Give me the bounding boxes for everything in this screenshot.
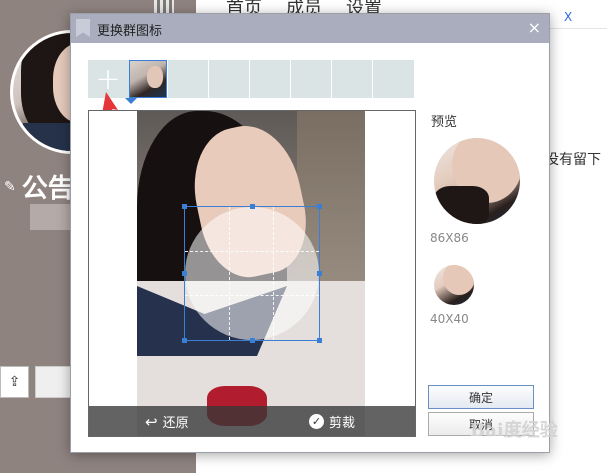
flag-icon xyxy=(76,19,90,37)
crop-handle-top[interactable] xyxy=(250,204,255,209)
thumbnail-slot[interactable] xyxy=(249,60,290,98)
thumbnail-slot[interactable] xyxy=(290,60,331,98)
crop-handle-bottom-left[interactable] xyxy=(182,338,187,343)
restore-button[interactable]: ↩ 还原 xyxy=(145,412,189,432)
crop-selection[interactable] xyxy=(182,204,322,343)
announcement-label: 公告 xyxy=(21,174,74,204)
crop-editor[interactable]: ↩ 还原 ✓ 剪裁 xyxy=(88,110,416,437)
crop-handle-left[interactable] xyxy=(182,271,187,276)
thumbnail-slot[interactable] xyxy=(208,60,249,98)
crop-circle-mask xyxy=(185,207,319,340)
corner-link[interactable]: X xyxy=(564,10,572,24)
restore-label: 还原 xyxy=(162,416,189,431)
crop-handle-right[interactable] xyxy=(317,271,322,276)
crop-button[interactable]: ✓ 剪裁 xyxy=(309,412,355,431)
crop-handle-bottom-right[interactable] xyxy=(317,338,322,343)
close-icon[interactable]: × xyxy=(528,18,541,38)
crop-handle-bottom[interactable] xyxy=(250,338,255,343)
crop-handle-top-right[interactable] xyxy=(317,204,322,209)
preview-large-size: 86X86 xyxy=(430,231,469,245)
change-group-icon-dialog: 更换群图标 × + ↩ 还原 ✓ 剪裁 预览 86X86 40X40 确定 取消 xyxy=(70,13,550,453)
side-text: 没有留下 xyxy=(545,152,601,168)
preview-label: 预览 xyxy=(431,115,458,130)
confirm-button[interactable]: 确定 xyxy=(428,385,534,409)
thumbnail-slot[interactable] xyxy=(331,60,372,98)
share-icon[interactable]: ⇪ xyxy=(0,366,29,398)
announcement-heading: ✎ 公告 xyxy=(4,168,74,205)
preview-small xyxy=(434,265,474,305)
editor-toolbar: ↩ 还原 ✓ 剪裁 xyxy=(89,406,415,436)
undo-icon: ↩ xyxy=(145,412,158,431)
thumbnail-slot[interactable] xyxy=(167,60,208,98)
watermark-logo: Bai度经验 xyxy=(470,420,558,441)
blurred-text xyxy=(30,204,70,230)
dialog-title: 更换群图标 xyxy=(97,24,163,39)
crop-handle-top-left[interactable] xyxy=(182,204,187,209)
preview-small-size: 40X40 xyxy=(430,312,469,326)
thumbnail-slot[interactable] xyxy=(372,60,413,98)
check-icon: ✓ xyxy=(309,414,324,429)
dialog-header[interactable]: 更换群图标 × xyxy=(71,14,549,43)
pencil-icon[interactable]: ✎ xyxy=(4,179,16,195)
crop-label: 剪裁 xyxy=(329,416,356,431)
preview-large xyxy=(434,138,520,224)
